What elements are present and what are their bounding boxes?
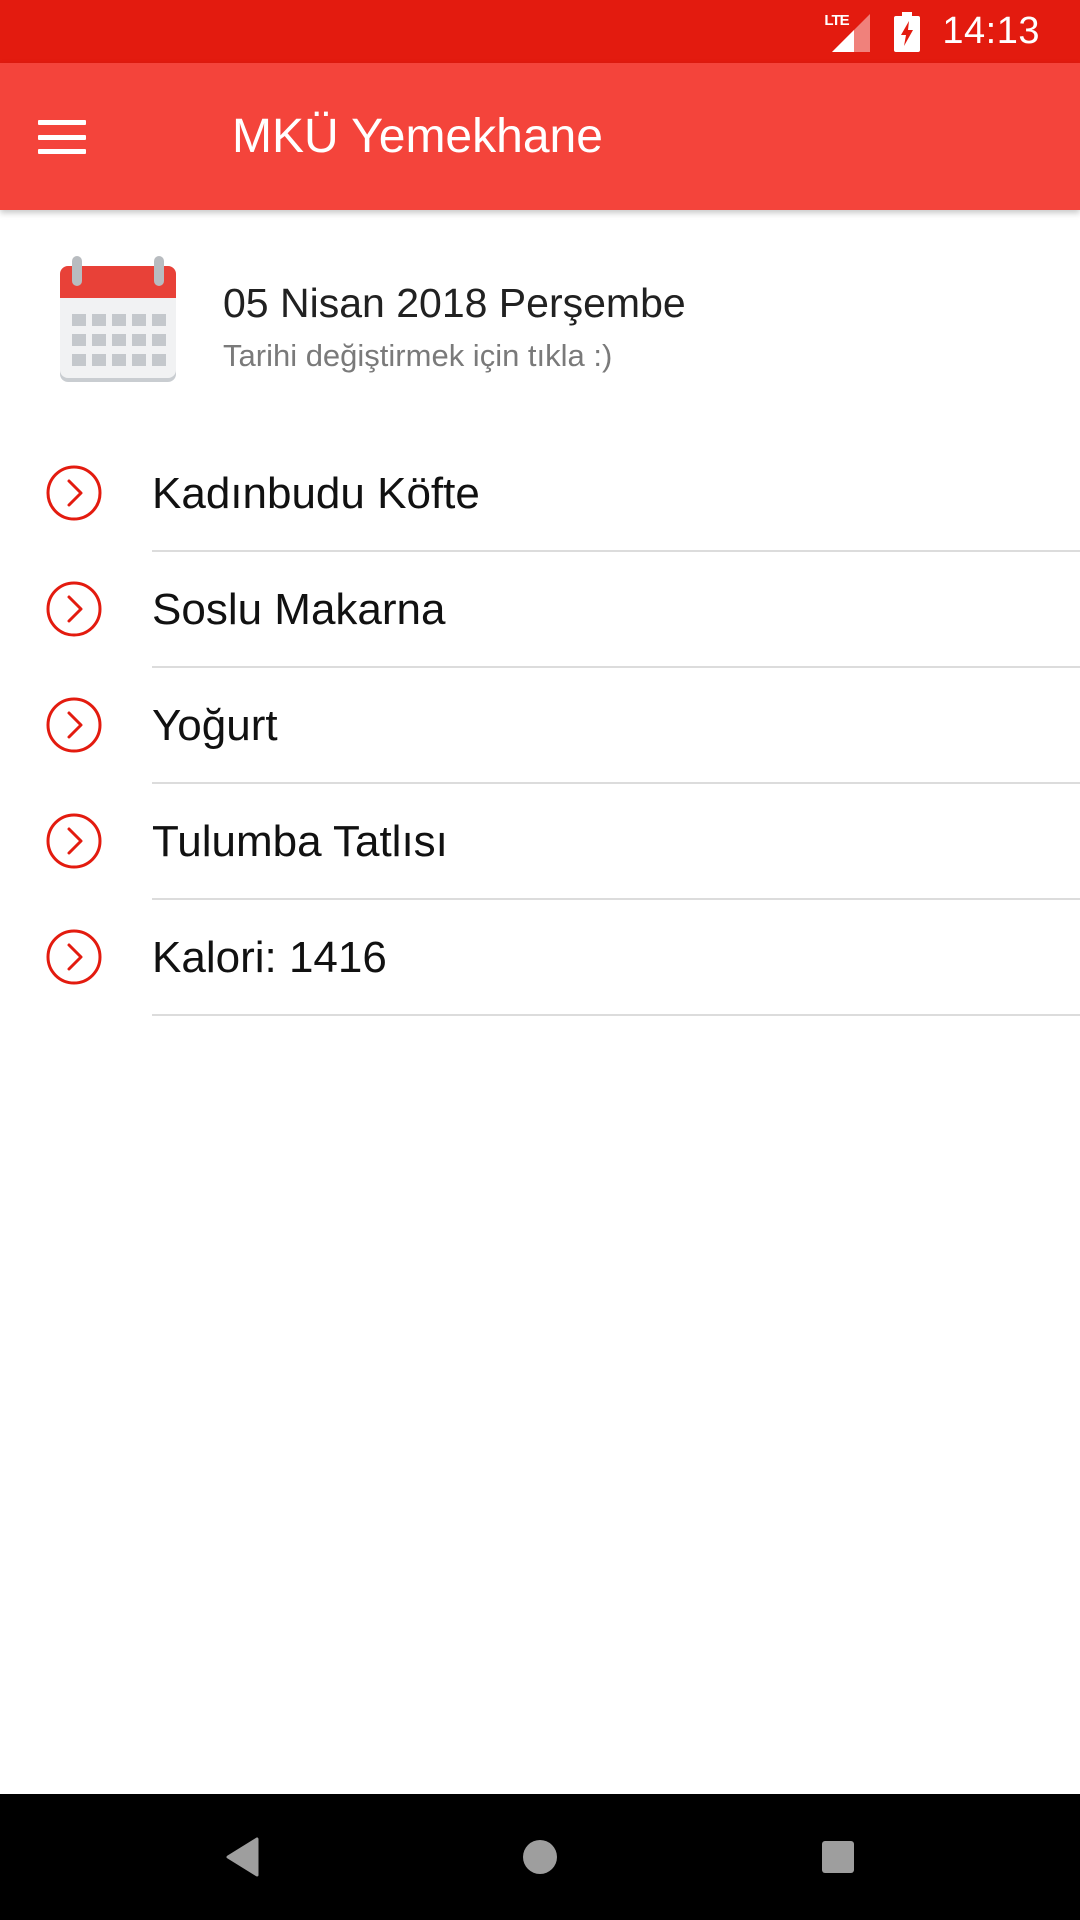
home-circle-icon <box>523 1840 557 1874</box>
navigation-drawer-button[interactable] <box>24 101 100 173</box>
recents-button[interactable] <box>808 1827 868 1887</box>
screen: LTE 14:13 MKÜ Yemekhane 05 Nisan 2018 Pe… <box>0 0 1080 1920</box>
divider <box>152 1014 1080 1016</box>
list-item-label: Kalori: 1416 <box>152 933 387 982</box>
selected-date: 05 Nisan 2018 Perşembe <box>223 280 686 326</box>
calendar-icon <box>60 256 176 382</box>
date-change-hint: Tarihi değiştirmek için tıkla :) <box>223 338 613 373</box>
status-indicators: LTE 14:13 <box>824 0 1040 63</box>
clock: 14:13 <box>942 10 1040 52</box>
chevron-circle-right-icon <box>46 465 102 521</box>
app-bar: MKÜ Yemekhane <box>0 63 1080 210</box>
list-item-1[interactable]: Kadınbudu Köfte <box>0 436 1080 552</box>
home-button[interactable] <box>510 1827 570 1887</box>
list-item-label: Soslu Makarna <box>152 585 446 634</box>
list-item-2[interactable]: Soslu Makarna <box>0 552 1080 668</box>
back-button[interactable] <box>212 1827 272 1887</box>
list-item-4[interactable]: Tulumba Tatlısı <box>0 784 1080 900</box>
chevron-circle-right-icon <box>46 581 102 637</box>
list-item-5[interactable]: Kalori: 1416 <box>0 900 1080 1016</box>
list-item-label: Kadınbudu Köfte <box>152 469 480 518</box>
app-title: MKÜ Yemekhane <box>232 110 603 163</box>
date-picker-row[interactable]: 05 Nisan 2018 Perşembe Tarihi değiştirme… <box>0 210 1080 410</box>
hamburger-menu-icon <box>38 120 86 154</box>
system-nav-bar <box>0 1794 1080 1920</box>
list-item-label: Tulumba Tatlısı <box>152 817 448 866</box>
status-bar: LTE 14:13 <box>0 0 1080 63</box>
battery-charging-icon <box>894 11 921 52</box>
list-item-label: Yoğurt <box>152 701 278 750</box>
network-type-label: LTE <box>824 11 849 29</box>
meal-list: Kadınbudu Köfte Soslu Makarna Yoğurt Tul… <box>0 436 1080 1016</box>
chevron-circle-right-icon <box>46 929 102 985</box>
back-triangle-icon <box>226 1837 259 1877</box>
chevron-circle-right-icon <box>46 697 102 753</box>
recents-square-icon <box>822 1841 854 1873</box>
list-item-3[interactable]: Yoğurt <box>0 668 1080 784</box>
signal-icon: LTE <box>824 10 872 54</box>
chevron-circle-right-icon <box>46 813 102 869</box>
